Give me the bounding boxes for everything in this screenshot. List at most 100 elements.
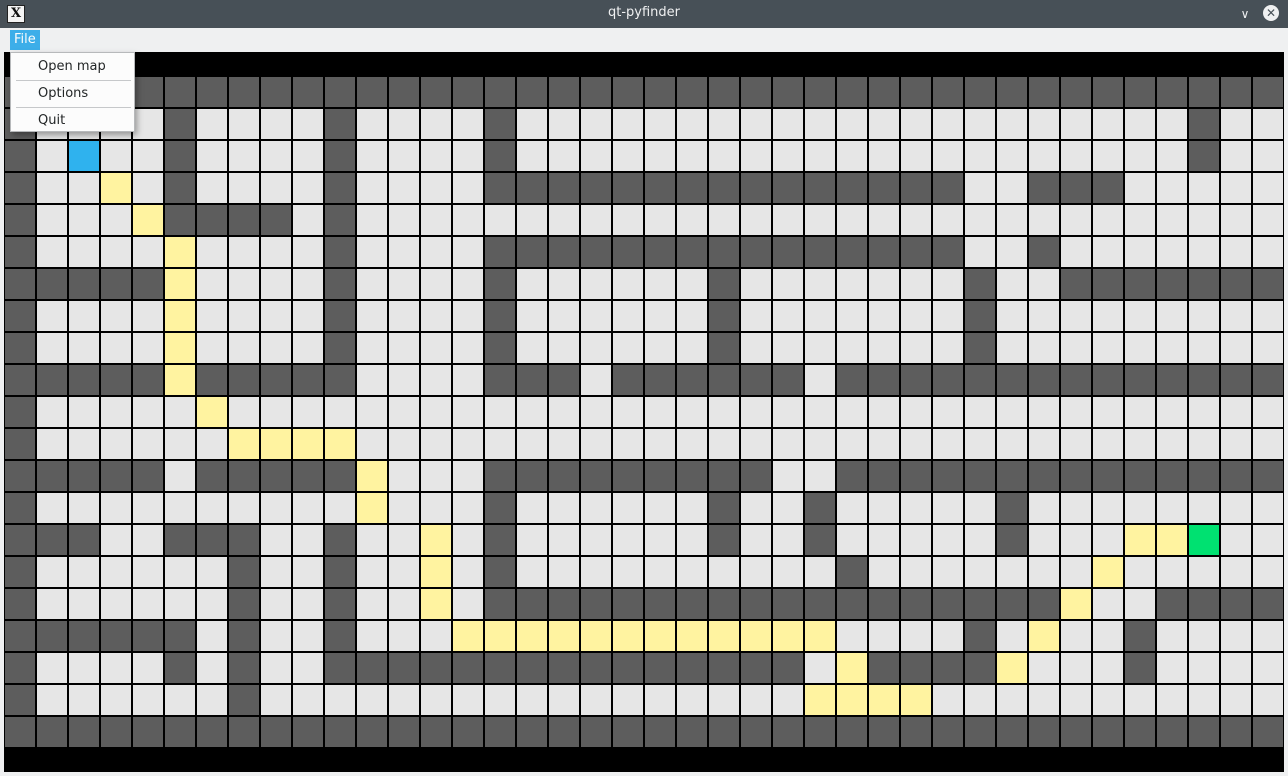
wall-cell[interactable] [932,652,964,684]
open-cell[interactable] [1188,428,1220,460]
open-cell[interactable] [1220,108,1252,140]
open-cell[interactable] [1220,652,1252,684]
open-cell[interactable] [1252,236,1284,268]
open-cell[interactable] [612,268,644,300]
open-cell[interactable] [548,684,580,716]
open-cell[interactable] [1252,108,1284,140]
wall-cell[interactable] [1124,364,1156,396]
path-cell[interactable] [644,620,676,652]
open-cell[interactable] [164,428,196,460]
wall-cell[interactable] [836,364,868,396]
open-cell[interactable] [388,268,420,300]
open-cell[interactable] [292,396,324,428]
open-cell[interactable] [644,268,676,300]
open-cell[interactable] [1156,300,1188,332]
wall-cell[interactable] [484,140,516,172]
open-cell[interactable] [580,204,612,236]
wall-cell[interactable] [36,620,68,652]
open-cell[interactable] [100,236,132,268]
wall-cell[interactable] [132,460,164,492]
path-cell[interactable] [516,620,548,652]
open-cell[interactable] [1092,396,1124,428]
open-cell[interactable] [164,460,196,492]
open-cell[interactable] [1156,172,1188,204]
wall-cell[interactable] [740,588,772,620]
wall-cell[interactable] [964,268,996,300]
open-cell[interactable] [612,300,644,332]
wall-cell[interactable] [36,716,68,748]
wall-cell[interactable] [964,652,996,684]
open-cell[interactable] [452,140,484,172]
wall-cell[interactable] [484,332,516,364]
open-cell[interactable] [164,492,196,524]
open-cell[interactable] [292,108,324,140]
open-cell[interactable] [356,396,388,428]
wall-cell[interactable] [612,460,644,492]
open-cell[interactable] [932,268,964,300]
wall-cell[interactable] [836,236,868,268]
open-cell[interactable] [100,140,132,172]
open-cell[interactable] [932,300,964,332]
wall-cell[interactable] [196,460,228,492]
path-cell[interactable] [164,332,196,364]
wall-cell[interactable] [772,588,804,620]
wall-cell[interactable] [1060,172,1092,204]
path-cell[interactable] [164,268,196,300]
open-cell[interactable] [1156,492,1188,524]
open-cell[interactable] [740,140,772,172]
open-cell[interactable] [1220,396,1252,428]
wall-cell[interactable] [388,76,420,108]
open-cell[interactable] [228,300,260,332]
path-cell[interactable] [164,300,196,332]
open-cell[interactable] [804,460,836,492]
open-cell[interactable] [1156,396,1188,428]
wall-cell[interactable] [516,76,548,108]
wall-cell[interactable] [484,588,516,620]
open-cell[interactable] [516,140,548,172]
wall-cell[interactable] [260,76,292,108]
open-cell[interactable] [132,396,164,428]
wall-cell[interactable] [516,236,548,268]
wall-cell[interactable] [1188,364,1220,396]
open-cell[interactable] [548,268,580,300]
open-cell[interactable] [1252,204,1284,236]
open-cell[interactable] [644,684,676,716]
wall-cell[interactable] [740,716,772,748]
wall-cell[interactable] [4,300,36,332]
wall-cell[interactable] [612,716,644,748]
wall-cell[interactable] [68,716,100,748]
wall-cell[interactable] [708,460,740,492]
open-cell[interactable] [228,172,260,204]
wall-cell[interactable] [548,76,580,108]
open-cell[interactable] [484,204,516,236]
open-cell[interactable] [356,332,388,364]
open-cell[interactable] [740,300,772,332]
wall-cell[interactable] [260,716,292,748]
open-cell[interactable] [100,492,132,524]
wall-cell[interactable] [644,172,676,204]
wall-cell[interactable] [772,76,804,108]
open-cell[interactable] [1028,684,1060,716]
wall-cell[interactable] [964,460,996,492]
open-cell[interactable] [260,140,292,172]
wall-cell[interactable] [708,588,740,620]
wall-cell[interactable] [1156,460,1188,492]
open-cell[interactable] [388,300,420,332]
wall-cell[interactable] [804,172,836,204]
open-cell[interactable] [420,236,452,268]
open-cell[interactable] [388,140,420,172]
wall-cell[interactable] [676,172,708,204]
open-cell[interactable] [1092,652,1124,684]
open-cell[interactable] [1060,396,1092,428]
wall-cell[interactable] [708,492,740,524]
open-cell[interactable] [676,684,708,716]
wall-cell[interactable] [36,364,68,396]
wall-cell[interactable] [964,620,996,652]
wall-cell[interactable] [228,460,260,492]
open-cell[interactable] [580,268,612,300]
open-cell[interactable] [68,652,100,684]
open-cell[interactable] [1252,652,1284,684]
path-cell[interactable] [740,620,772,652]
wall-cell[interactable] [740,460,772,492]
wall-cell[interactable] [1156,364,1188,396]
